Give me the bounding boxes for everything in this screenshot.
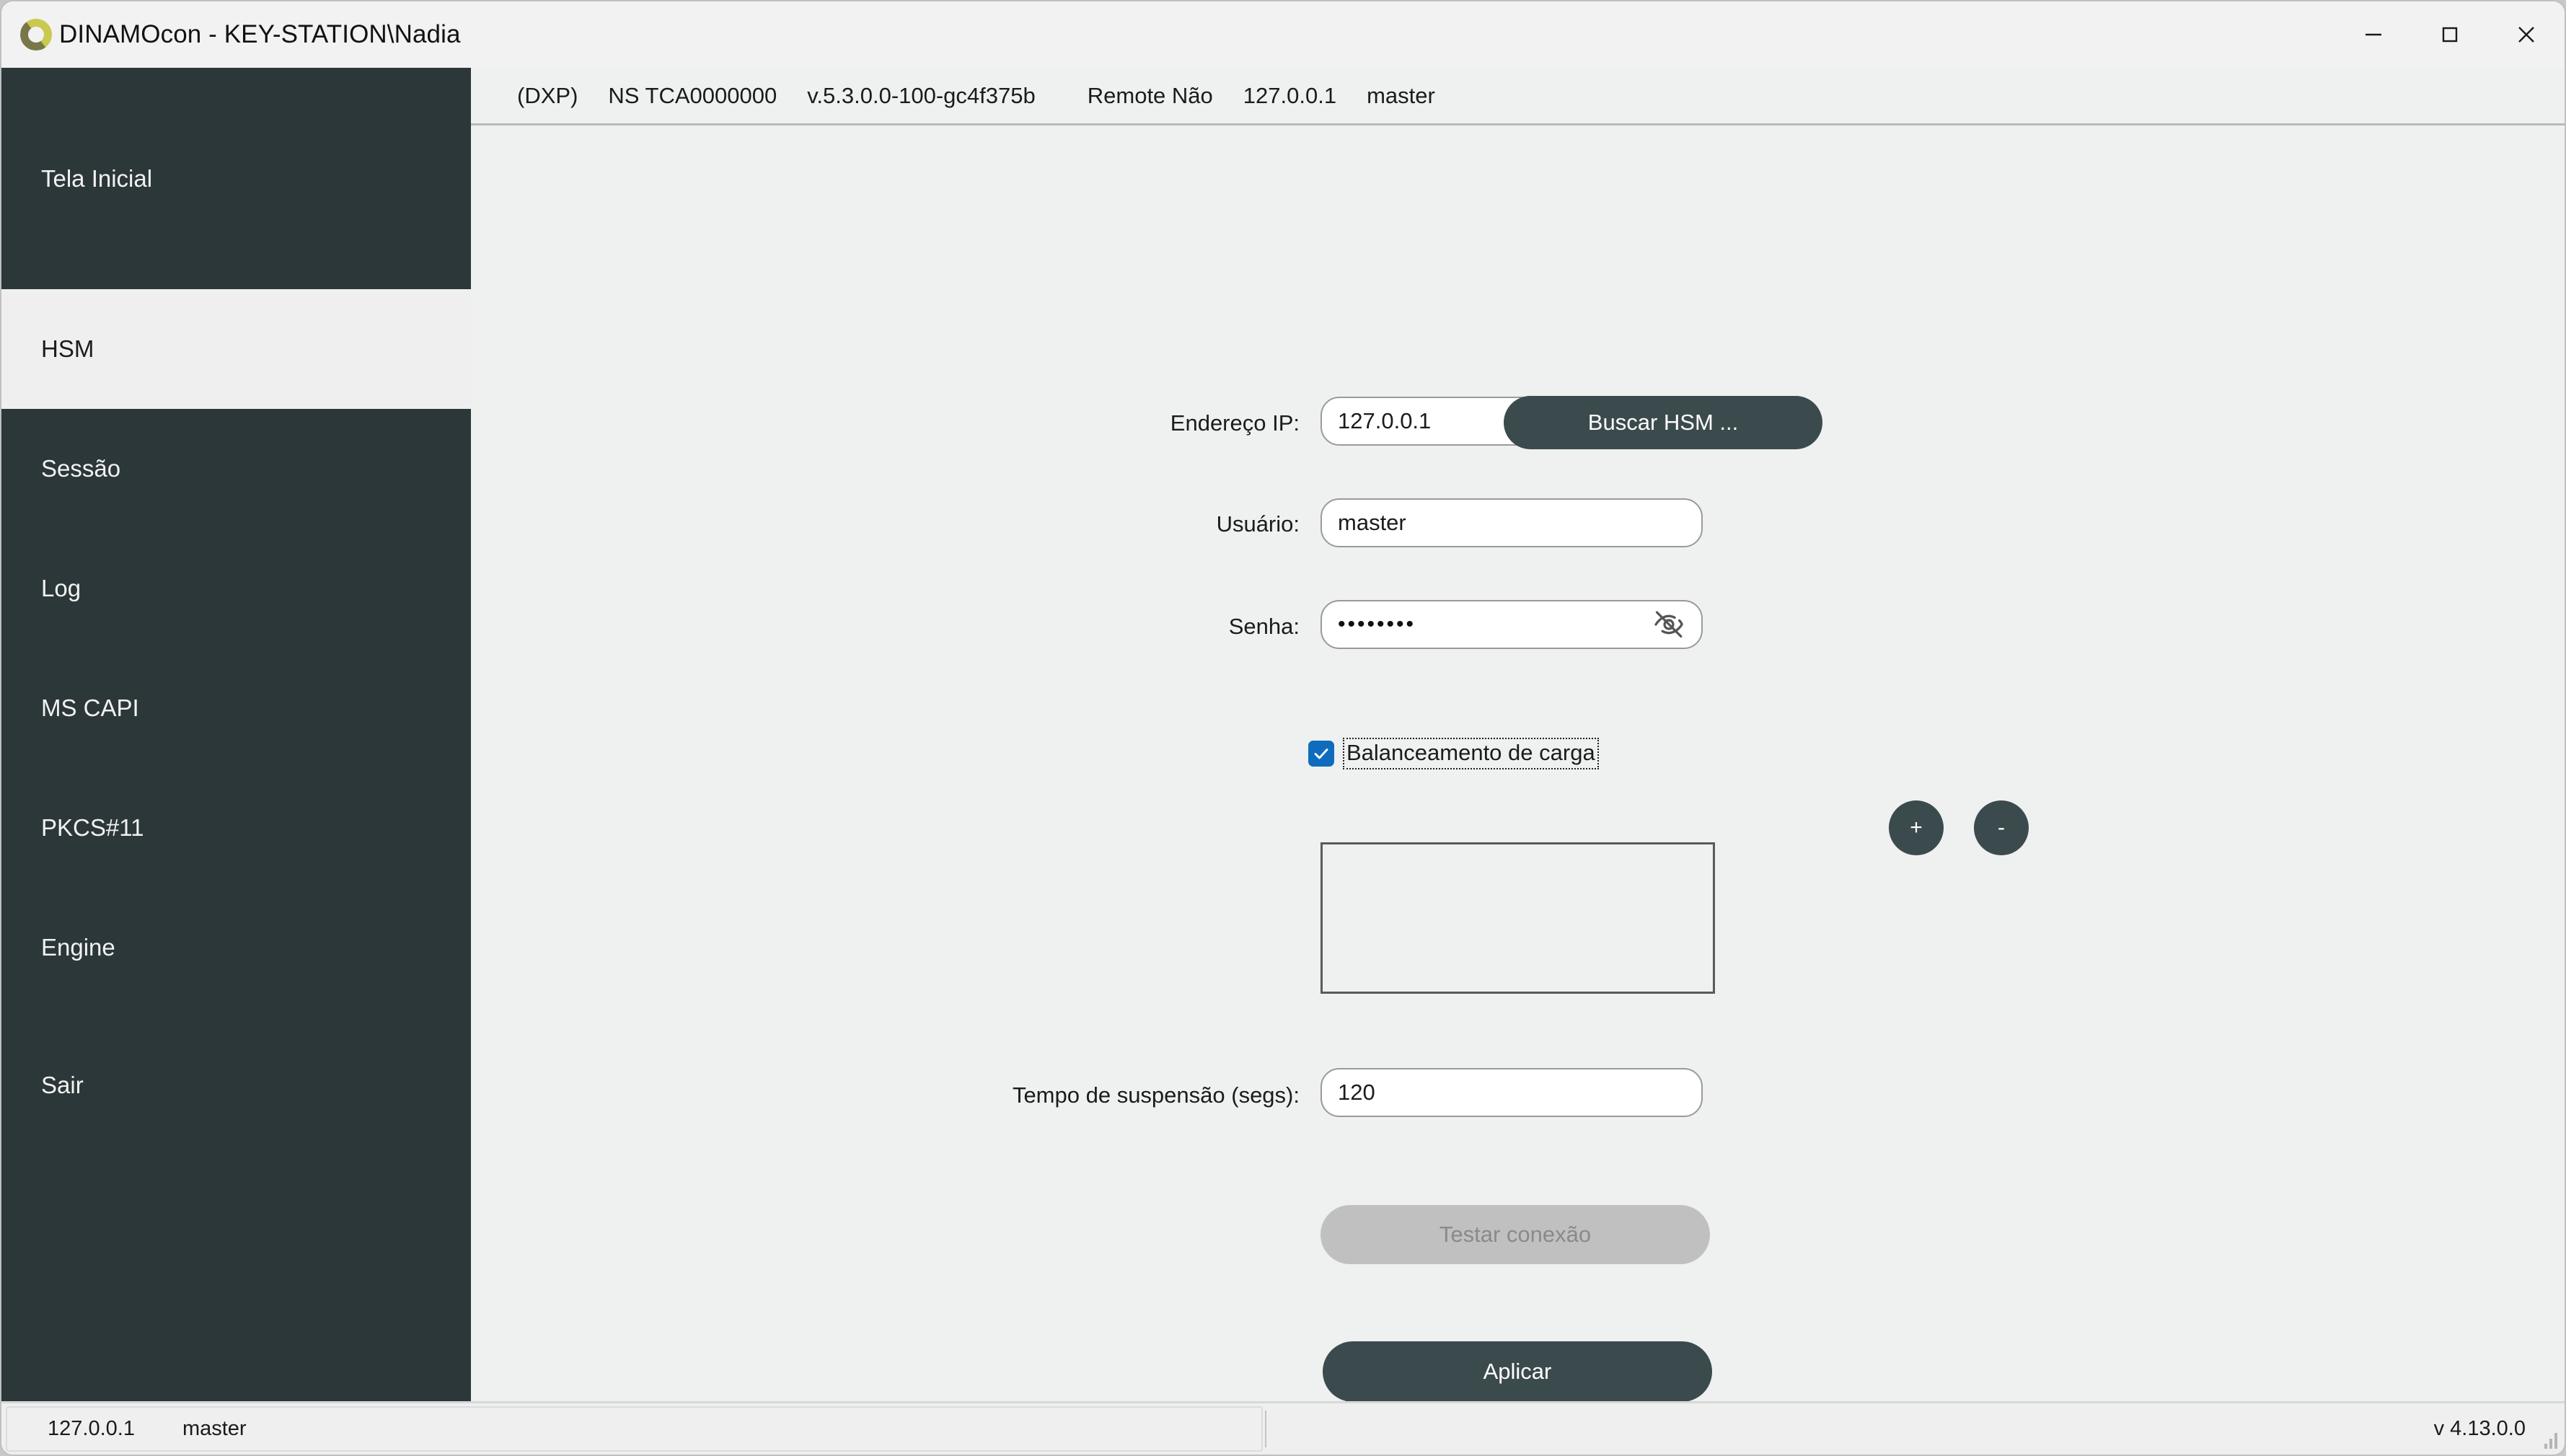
sidebar-item-log[interactable]: Log — [1, 529, 471, 648]
status-bar-right-panel: v 4.13.0.0 — [2434, 1403, 2526, 1455]
password-input[interactable]: •••••••• — [1321, 600, 1703, 649]
sidebar-item-hsm[interactable]: HSM — [1, 289, 471, 409]
title-bar-left: DINAMOcon - KEY-STATION\Nadia — [1, 17, 461, 53]
apply-button-label: Aplicar — [1483, 1359, 1552, 1384]
status-bar-left-panel: 127.0.0.1 master — [6, 1406, 1263, 1452]
sidebar-item-label: Tela Inicial — [41, 164, 153, 192]
toolbar-mode: (DXP) — [517, 82, 578, 108]
apply-button[interactable]: Aplicar — [1323, 1341, 1712, 1402]
minimize-icon[interactable] — [2335, 1, 2412, 68]
toolbar-remote-status: Remote Não — [1087, 82, 1213, 108]
window-controls — [2335, 1, 2565, 68]
ip-address-label: Endereço IP: — [1170, 410, 1300, 436]
toolbar-user: master — [1367, 82, 1435, 108]
maximize-icon[interactable] — [2412, 1, 2488, 68]
sidebar-item-tela-inicial[interactable]: Tela Inicial — [1, 68, 471, 289]
toolbar-version: v.5.3.0.0-100-gc4f375b — [807, 82, 1036, 108]
window-title: DINAMOcon - KEY-STATION\Nadia — [59, 20, 461, 48]
password-value: •••••••• — [1338, 612, 1416, 636]
sidebar-item-sessao[interactable]: Sessão — [1, 409, 471, 529]
load-balancing-label: Balanceamento de carga — [1343, 738, 1599, 769]
sidebar-item-label: HSM — [41, 335, 94, 362]
password-label: Senha: — [1228, 614, 1300, 639]
suspend-time-value: 120 — [1338, 1080, 1375, 1105]
resize-grip-icon[interactable] — [2539, 1430, 2557, 1449]
add-hsm-button[interactable]: + — [1889, 800, 1944, 855]
status-bar: 127.0.0.1 master v 4.13.0.0 — [1, 1401, 2565, 1455]
sidebar-item-label: Sessão — [41, 455, 121, 482]
add-icon: + — [1910, 816, 1923, 839]
hsm-settings-form: Endereço IP: 127.0.0.1 Buscar HSM ... Us… — [471, 125, 2565, 1402]
sidebar-item-label: Sair — [41, 1072, 84, 1098]
sidebar-item-label: Log — [41, 575, 81, 601]
toolbar-ip: 127.0.0.1 — [1243, 82, 1337, 108]
remove-hsm-button[interactable]: - — [1974, 800, 2029, 855]
content-area: (DXP) NS TCA0000000 v.5.3.0.0-100-gc4f37… — [471, 68, 2565, 1402]
minus-icon: - — [1998, 816, 2005, 839]
main-body: Tela Inicial HSM Sessão Log MS CAPI PKCS… — [1, 68, 2565, 1402]
sidebar-filler — [1, 1163, 471, 1401]
load-balancing-checkbox[interactable] — [1308, 741, 1334, 767]
dinamo-ring-logo-icon — [18, 17, 54, 53]
test-connection-button[interactable]: Testar conexão — [1321, 1205, 1710, 1264]
toolbar-serial: NS TCA0000000 — [608, 82, 777, 108]
sidebar-item-pkcs11[interactable]: PKCS#11 — [1, 768, 471, 888]
close-icon[interactable] — [2488, 1, 2565, 68]
eye-off-icon[interactable] — [1652, 608, 1685, 641]
application-window: DINAMOcon - KEY-STATION\Nadia Tela Inici… — [0, 0, 2566, 1456]
search-hsm-button-label: Buscar HSM ... — [1587, 410, 1739, 435]
status-bar-separator — [1265, 1411, 1266, 1447]
status-ip: 127.0.0.1 — [48, 1417, 135, 1440]
hsm-list-box[interactable] — [1321, 842, 1715, 994]
suspend-time-input[interactable]: 120 — [1321, 1068, 1703, 1117]
user-label: Usuário: — [1216, 511, 1300, 537]
sidebar-item-label: Engine — [41, 934, 115, 961]
sidebar-item-ms-capi[interactable]: MS CAPI — [1, 648, 471, 768]
suspend-time-label: Tempo de suspensão (segs): — [1012, 1082, 1300, 1108]
sidebar-item-sair[interactable]: Sair — [1, 1007, 471, 1163]
search-hsm-button[interactable]: Buscar HSM ... — [1504, 396, 1822, 449]
load-balancing-row[interactable]: Balanceamento de carga — [1308, 738, 1599, 769]
test-connection-button-label: Testar conexão — [1439, 1222, 1592, 1247]
status-version: v 4.13.0.0 — [2433, 1417, 2526, 1440]
sidebar: Tela Inicial HSM Sessão Log MS CAPI PKCS… — [1, 68, 471, 1401]
sidebar-item-label: MS CAPI — [41, 694, 139, 721]
user-value: master — [1338, 510, 1406, 535]
sidebar-item-label: PKCS#11 — [41, 814, 144, 841]
title-bar: DINAMOcon - KEY-STATION\Nadia — [1, 1, 2565, 68]
sidebar-item-engine[interactable]: Engine — [1, 888, 471, 1007]
status-user: master — [182, 1417, 247, 1440]
info-toolbar: (DXP) NS TCA0000000 v.5.3.0.0-100-gc4f37… — [471, 68, 2565, 125]
user-input[interactable]: master — [1321, 498, 1703, 547]
